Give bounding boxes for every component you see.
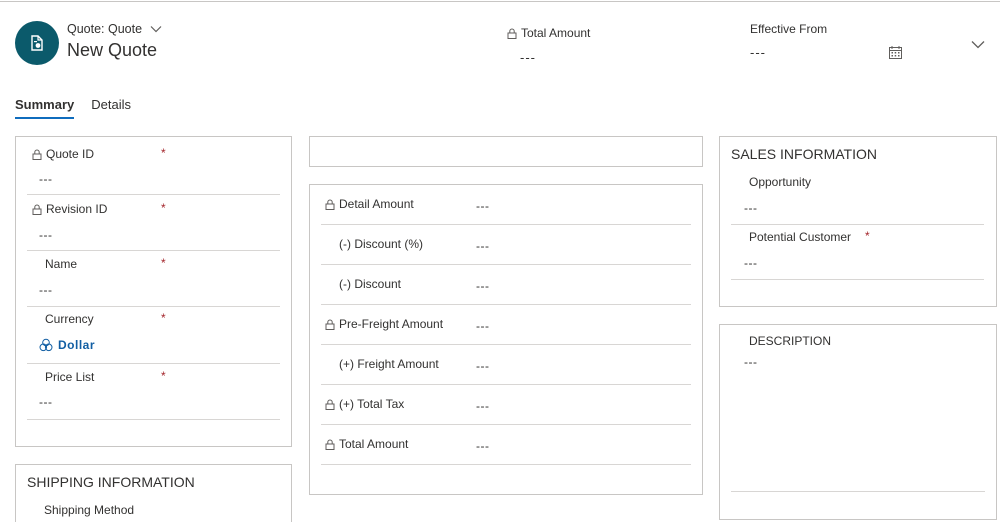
discount-percent-row[interactable]: (-) Discount (%) ---: [321, 225, 691, 265]
total-tax-label: (+) Total Tax: [339, 397, 405, 411]
currency-label: Currency: [45, 312, 94, 326]
header-expand-chevron-icon[interactable]: [971, 40, 985, 49]
total-amount-label: Total Amount: [521, 26, 591, 40]
calendar-icon[interactable]: [889, 46, 902, 59]
record-title: New Quote: [67, 40, 158, 60]
chevron-down-icon: [150, 26, 162, 33]
name-field[interactable]: Name * ---: [27, 251, 280, 307]
amounts-section: Detail Amount --- (-) Discount (%) --- (…: [309, 184, 703, 495]
price-list-field[interactable]: Price List * ---: [27, 364, 280, 420]
tab-details[interactable]: Details: [91, 97, 131, 119]
total-tax-row[interactable]: (+) Total Tax ---: [321, 385, 691, 425]
total-amount-row-label: Total Amount: [339, 437, 409, 451]
discount-row[interactable]: (-) Discount ---: [321, 265, 691, 305]
discount-value: ---: [476, 279, 490, 293]
required-indicator: *: [865, 229, 870, 243]
description-value: ---: [744, 355, 758, 369]
quote-id-label: Quote ID: [46, 147, 95, 161]
total-amount-row-value: ---: [476, 439, 490, 453]
header-effective-from: Effective From ---: [750, 22, 910, 63]
required-indicator: *: [161, 146, 166, 160]
currency-lookup-link[interactable]: Dollar: [39, 338, 95, 352]
total-amount-row[interactable]: Total Amount ---: [321, 425, 691, 465]
quote-id-value: ---: [39, 172, 53, 186]
total-amount-value: ---: [520, 50, 536, 65]
lock-icon: [32, 149, 42, 160]
middle-empty-section: [309, 136, 703, 167]
detail-amount-row[interactable]: Detail Amount ---: [321, 185, 691, 225]
pre-freight-amount-label: Pre-Freight Amount: [339, 317, 444, 331]
revision-id-label: Revision ID: [46, 202, 108, 216]
quote-id-field[interactable]: Quote ID * ---: [27, 137, 280, 195]
sales-information-section: SALES INFORMATION Opportunity --- Potent…: [719, 136, 997, 307]
freight-amount-label: (+) Freight Amount: [339, 357, 439, 371]
required-indicator: *: [161, 369, 166, 383]
shipping-method-label[interactable]: Shipping Method: [44, 503, 134, 517]
price-list-value: ---: [39, 395, 53, 409]
discount-percent-label: (-) Discount (%): [339, 237, 424, 251]
effective-from-input[interactable]: ---: [750, 45, 910, 63]
currency-field[interactable]: Currency * Dollar: [27, 307, 280, 364]
form-tabs: Summary Details: [15, 97, 131, 119]
lock-icon: [325, 399, 335, 410]
description-textarea[interactable]: ---: [731, 351, 985, 492]
discount-label: (-) Discount: [339, 277, 402, 291]
revision-id-value: ---: [39, 228, 53, 242]
general-section: Quote ID * --- Revision ID * --- Name * …: [15, 136, 292, 447]
detail-amount-label: Detail Amount: [339, 197, 414, 211]
entity-type-label: Quote: Quote: [67, 22, 143, 36]
required-indicator: *: [161, 256, 166, 270]
entity-avatar: [15, 21, 59, 65]
entity-form-selector[interactable]: Quote: Quote: [67, 22, 162, 36]
currency-value: Dollar: [58, 338, 96, 352]
lock-icon: [32, 204, 42, 215]
opportunity-field[interactable]: Opportunity ---: [731, 169, 984, 225]
potential-customer-field[interactable]: Potential Customer * ---: [731, 225, 984, 280]
shipping-section-title: SHIPPING INFORMATION: [27, 474, 195, 490]
pre-freight-amount-row[interactable]: Pre-Freight Amount ---: [321, 305, 691, 345]
lock-icon: [507, 28, 517, 39]
shipping-section: SHIPPING INFORMATION Shipping Method: [15, 464, 292, 522]
opportunity-value: ---: [744, 201, 758, 215]
detail-amount-value: ---: [476, 199, 490, 213]
freight-amount-row[interactable]: (+) Freight Amount ---: [321, 345, 691, 385]
description-label: DESCRIPTION: [749, 334, 832, 348]
name-label: Name: [45, 257, 78, 271]
potential-customer-value: ---: [744, 256, 758, 270]
required-indicator: *: [161, 201, 166, 215]
top-divider: [0, 1, 1000, 2]
tab-summary[interactable]: Summary: [15, 97, 75, 119]
effective-from-label: Effective From: [750, 22, 828, 36]
price-list-label: Price List: [45, 370, 95, 384]
lock-icon: [325, 319, 335, 330]
lock-icon: [325, 199, 335, 210]
currency-coins-icon: [39, 338, 53, 352]
effective-from-value: ---: [750, 45, 766, 60]
discount-percent-value: ---: [476, 239, 490, 253]
pre-freight-amount-value: ---: [476, 319, 490, 333]
potential-customer-label: Potential Customer: [749, 230, 852, 244]
name-value: ---: [39, 283, 53, 297]
quote-document-icon: [31, 35, 43, 51]
required-indicator: *: [161, 311, 166, 325]
total-tax-value: ---: [476, 399, 490, 413]
freight-amount-value: ---: [476, 359, 490, 373]
description-section: DESCRIPTION ---: [719, 324, 997, 520]
sales-section-title: SALES INFORMATION: [731, 146, 877, 162]
header-total-amount: Total Amount ---: [507, 26, 590, 65]
opportunity-label: Opportunity: [749, 175, 812, 189]
lock-icon: [325, 439, 335, 450]
revision-id-field[interactable]: Revision ID * ---: [27, 195, 280, 251]
